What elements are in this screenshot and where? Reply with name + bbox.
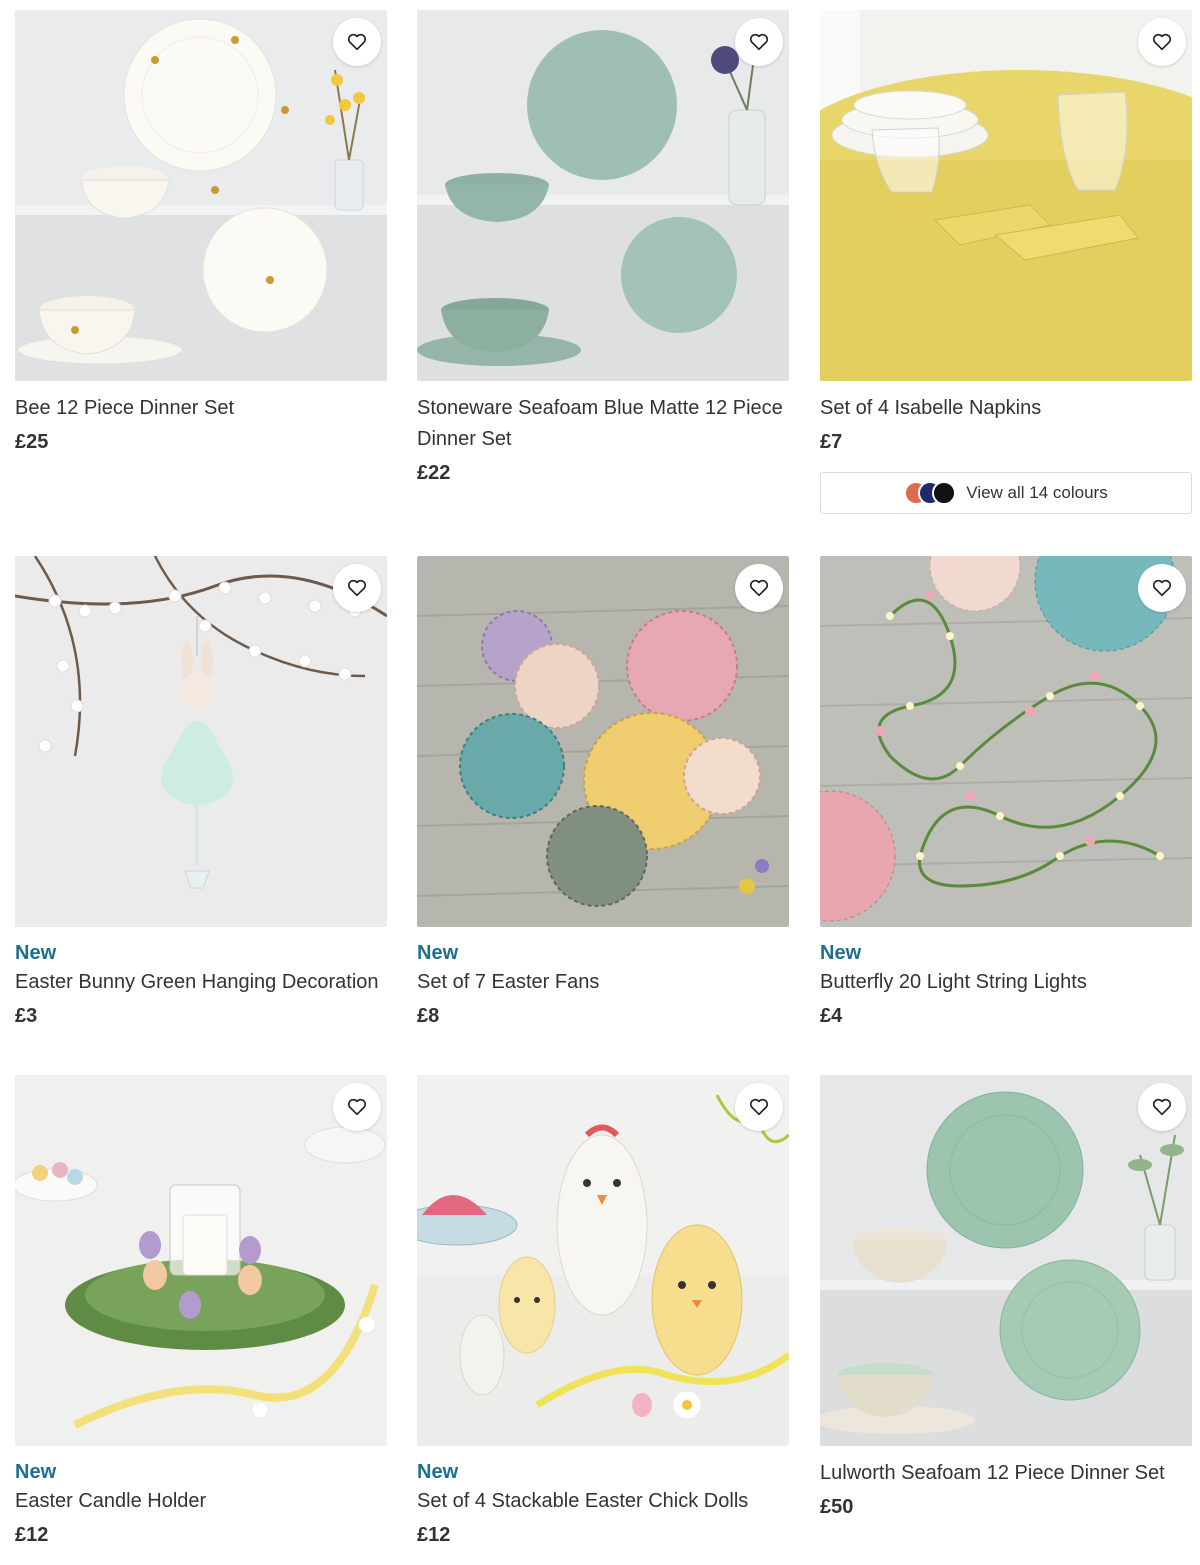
- wishlist-button[interactable]: [333, 18, 381, 66]
- easter-fans-image: [417, 556, 789, 927]
- product-price: £3: [15, 1005, 38, 1027]
- product-title[interactable]: Set of 4 Isabelle Napkins: [820, 393, 1192, 424]
- product-price: £25: [15, 431, 49, 453]
- new-badge: New: [15, 1461, 57, 1483]
- colour-swatches: [904, 481, 957, 505]
- butterfly-string-lights-image: [820, 556, 1192, 927]
- product-card[interactable]: New Easter Bunny Green Hanging Decoratio…: [15, 556, 387, 1028]
- product-price: £22: [417, 462, 451, 484]
- easter-chick-dolls-image: [417, 1075, 789, 1446]
- product-price: £50: [820, 1496, 854, 1518]
- product-image[interactable]: [820, 1075, 1192, 1446]
- wishlist-button[interactable]: [333, 1083, 381, 1131]
- view-all-colours-label: View all 14 colours: [966, 483, 1108, 502]
- product-image[interactable]: [820, 10, 1192, 381]
- wishlist-button[interactable]: [333, 564, 381, 612]
- easter-bunny-decoration-image: [15, 556, 387, 927]
- easter-candle-holder-image: [15, 1075, 387, 1446]
- heart-icon: [749, 579, 769, 597]
- heart-icon: [347, 1098, 367, 1116]
- product-title[interactable]: Set of 7 Easter Fans: [417, 967, 789, 998]
- product-card[interactable]: New Easter Candle Holder £12: [15, 1075, 387, 1547]
- product-title[interactable]: Easter Bunny Green Hanging Decoration: [15, 967, 387, 998]
- product-image[interactable]: [15, 10, 387, 381]
- wishlist-button[interactable]: [735, 564, 783, 612]
- wishlist-button[interactable]: [1138, 564, 1186, 612]
- product-price: £12: [15, 1524, 49, 1546]
- lulworth-dinner-set-image: [820, 1075, 1192, 1446]
- product-card[interactable]: New Set of 4 Stackable Easter Chick Doll…: [417, 1075, 789, 1547]
- product-image[interactable]: [820, 556, 1192, 927]
- heart-icon: [347, 579, 367, 597]
- product-card[interactable]: Bee 12 Piece Dinner Set £25: [15, 10, 387, 454]
- product-price: £12: [417, 1524, 451, 1546]
- heart-icon: [1152, 1098, 1172, 1116]
- product-title[interactable]: Bee 12 Piece Dinner Set: [15, 393, 387, 424]
- product-price: £4: [820, 1005, 843, 1027]
- product-title[interactable]: Set of 4 Stackable Easter Chick Dolls: [417, 1486, 789, 1517]
- seafoam-stoneware-image: [417, 10, 789, 381]
- heart-icon: [749, 1098, 769, 1116]
- colour-swatch: [932, 481, 957, 505]
- view-all-colours-button[interactable]: View all 14 colours: [820, 472, 1192, 514]
- wishlist-button[interactable]: [1138, 1083, 1186, 1131]
- product-title[interactable]: Easter Candle Holder: [15, 1486, 387, 1517]
- product-image[interactable]: [417, 10, 789, 381]
- product-card[interactable]: Stoneware Seafoam Blue Matte 12 Piece Di…: [417, 10, 789, 485]
- new-badge: New: [15, 942, 57, 964]
- heart-icon: [1152, 579, 1172, 597]
- heart-icon: [347, 33, 367, 51]
- product-title[interactable]: Butterfly 20 Light String Lights: [820, 967, 1192, 998]
- new-badge: New: [417, 942, 459, 964]
- product-image[interactable]: [15, 1075, 387, 1446]
- product-title[interactable]: Stoneware Seafoam Blue Matte 12 Piece Di…: [417, 393, 789, 455]
- product-card[interactable]: New Set of 7 Easter Fans £8: [417, 556, 789, 1028]
- heart-icon: [1152, 33, 1172, 51]
- wishlist-button[interactable]: [1138, 18, 1186, 66]
- wishlist-button[interactable]: [735, 18, 783, 66]
- product-price: £8: [417, 1005, 440, 1027]
- product-title[interactable]: Lulworth Seafoam 12 Piece Dinner Set: [820, 1458, 1192, 1489]
- product-card[interactable]: Lulworth Seafoam 12 Piece Dinner Set £50: [820, 1075, 1192, 1519]
- product-card[interactable]: New Butterfly 20 Light String Lights £4: [820, 556, 1192, 1028]
- bee-dinner-set-image: [15, 10, 387, 381]
- new-badge: New: [820, 942, 862, 964]
- new-badge: New: [417, 1461, 459, 1483]
- product-card[interactable]: Set of 4 Isabelle Napkins £7 View all 14…: [820, 10, 1192, 514]
- product-image[interactable]: [417, 1075, 789, 1446]
- heart-icon: [749, 33, 769, 51]
- isabelle-napkins-image: [820, 10, 1192, 381]
- product-price: £7: [820, 431, 843, 453]
- product-image[interactable]: [15, 556, 387, 927]
- wishlist-button[interactable]: [735, 1083, 783, 1131]
- product-image[interactable]: [417, 556, 789, 927]
